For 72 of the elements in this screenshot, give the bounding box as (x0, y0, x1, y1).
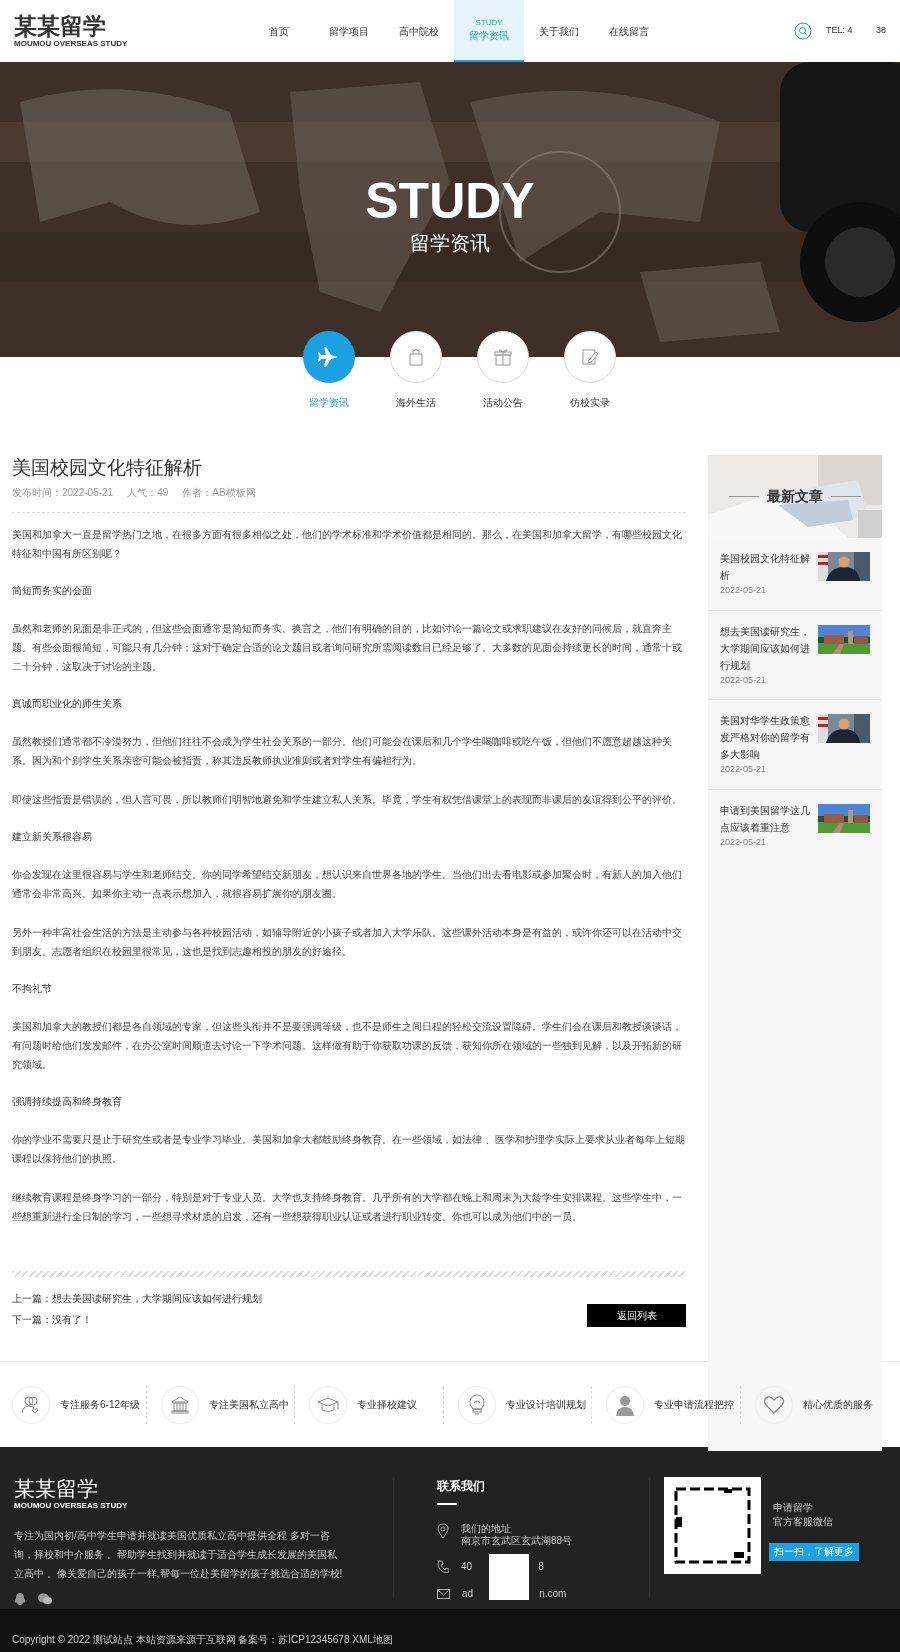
person-icon (615, 1393, 635, 1416)
section-heading: 建立新关系很容易 (12, 830, 93, 844)
nav-link[interactable]: 高中院校 (384, 0, 454, 62)
back-to-list-button[interactable]: 返回列表 (587, 1304, 686, 1327)
heart-icon (762, 1394, 785, 1415)
email-address: n.com (539, 1587, 567, 1601)
address-text: 南京市玄武区玄武湖88号 (461, 1535, 573, 1547)
paragraph: 虽然和老师的见面是非正式的，但这些会面通常是简短而务实。换言之，他们有明确的目的，比如讨论一篇论文或求职建议在友好的问候后，就直奔主题。有些会面很简短，可能只有几分钟；这对于确定合适的论文题目或者询问研究所需阅读数目已经足够了。大多数的见面会持续更长的时间，通常十或二十分钟，这取决于讨论的主题。 (12, 622, 683, 674)
article-meta: 人气：49 (127, 486, 169, 500)
chat-bubbles-icon[interactable] (38, 1593, 52, 1605)
scan-badge: 扫一扫，了解更多 (769, 1543, 859, 1561)
next-article-link[interactable]: 下一篇：没有了！ (12, 1312, 262, 1327)
article-meta: 作者：AB模板网 (182, 486, 256, 500)
feature-label: 专注服务6-12年级 (60, 1398, 140, 1412)
search-icon[interactable] (794, 22, 812, 40)
banner-subtitle: 留学资讯 (410, 230, 490, 256)
feature-label: 专业申请流程把控 (654, 1398, 734, 1412)
phone-number: 38 (876, 24, 886, 38)
feature-label: 专注美国私立高中 (208, 1398, 289, 1412)
address-label: 我们的地址 (461, 1523, 512, 1535)
paragraph: 另外一种丰富社会生活的方法是主动参与各种校园活动，如辅导附近的小孩子或者加入大学乐队。这些课外活动本身是有益的，或许你还可以在活动中交到朋友。志愿者组织在校园里很常见，这也是找到志趣相投的朋友的好途径。 (12, 926, 683, 959)
light-bulb-icon (467, 1393, 486, 1416)
sidebar-article[interactable]: 美国校园文化特征解析 2022-05-21 (708, 538, 882, 610)
phone-icon (437, 1559, 449, 1574)
sidebar-article[interactable]: 想去美国读研究生，大学期间应该如何进行规划 2022-05-21 (708, 609, 882, 699)
mail-icon (437, 1588, 450, 1599)
sidebar-article[interactable]: 申请到美国留学这几点应该着重注意 2022-05-21 (708, 788, 882, 861)
edit-icon (579, 347, 600, 367)
logo-subtitle: MOUMOU OVERSEAS STUDY (14, 39, 128, 49)
section-heading: 简短而务实的会面 (12, 584, 93, 598)
phone-number: TEL: 4 (826, 24, 854, 38)
graduation-cap-icon (317, 1394, 339, 1415)
footer-logo-subtitle: MOUMOU OVERSEAS STUDY (14, 1501, 128, 1511)
previous-article-link[interactable]: 上一篇：想去美国读研究生，大学期间应该如何进行规划 (12, 1291, 262, 1306)
paragraph: 美国和加拿大的教授们都是各自领域的专家，但这些头衔并不是要强调等级，也不是师生之间日程的轻松交流设置障碍。学生们会在课后和教授谈谈话，有问题时给他们发发邮件，在办公室时间顺道去讨论一下学术问题。这样做有助于你获取功课的反馈，获知你所在领域的一些独到见解，以及开拓新的研究领域。 (12, 1020, 683, 1072)
footer-logo-text: 某某留学 (14, 1477, 98, 1501)
qr-caption: 官方客服微信 (773, 1515, 834, 1529)
qr-caption: 申请留学 (773, 1501, 814, 1515)
nav-link[interactable]: 首页 (244, 0, 314, 62)
contact-heading: 联系我们 (437, 1478, 485, 1495)
nav-link[interactable]: 留学项目 (314, 0, 384, 62)
phone-number: 8 (538, 1560, 544, 1574)
banner-title: STUDY (365, 172, 535, 229)
section-heading: 真诚而职业化的师生关系 (12, 697, 123, 711)
gift-icon (492, 347, 513, 367)
section-heading: 不拘礼节 (12, 982, 53, 996)
logo-text: 某某留学 (14, 13, 106, 39)
footer-description: 专注为国内初/高中学生申请并就读美国优质私立高中提供全程 多对一咨询，择校和中介服务 。帮助学生找到并就读于适合学生成长发展的美国私立高中 。像关爱自己的孩子一样,帮每一位赴美留学的孩子挑选合适的学校! (14, 1529, 344, 1581)
paragraph: 你的学业不需要只是止于研究生或者是专业学习毕业。美国和加拿大都鼓励终身教育。在一些领域，如法律 、医学和护理学实际上要求从业者每年上短期课程以保持他们的执照。 (12, 1133, 686, 1166)
copyright-text: Copyright © 2022 测试站点 本站资源来源于互联网 备案号：苏ICP12345678 XML地图 (12, 1632, 393, 1647)
paragraph: 即使这些指责是错误的，但人言可畏，所以教师们明智地避免和学生建立私人关系。毕竟，学生有权凭借课堂上的表现而非课后的友谊得到公平的评价。 (12, 793, 683, 807)
location-pin-icon (437, 1523, 449, 1539)
feature-label: 专业择校建议 (357, 1398, 417, 1412)
building-icon (169, 1394, 190, 1415)
paragraph: 美国和加拿大一直是留学热门之地，在很多方面有很多相似之处，他们的学术标准和学术价值都是相同的。那么，在美国和加拿大留学，有哪些校园文化特征和中国有所区别呢？ (12, 528, 683, 561)
nav-link[interactable]: 关于我们 (524, 0, 594, 62)
paragraph: 虽然教授们通常都不冷漠努力，但他们往往不会成为学生社会关系的一部分。他们可能会在课后和几个学生喝咖啡或吃午饭，但他们不愿意超越这种关系。因为和个别学生关系亲密可能会被指责，称其违反教师执业准则或者对学生有偏袒行为。 (12, 735, 673, 768)
phone-number: 40 (461, 1560, 473, 1574)
paragraph: 你会发现在这里很容易与学生和老师结交。你的同学希望结交新朋友，想认识来自世界各地的学生。当他们出去看电影或参加聚会时，有新人的加入他们通常会非常高兴。如果你主动一点表示想加入，就很容易扩展你的朋友圈。 (12, 868, 683, 901)
email-address: ad (462, 1587, 474, 1601)
people-icon (21, 1394, 41, 1415)
feature-label: 专业设计培训规划 (505, 1398, 586, 1412)
penguin-icon[interactable] (14, 1593, 26, 1606)
redaction-block (489, 1554, 529, 1600)
article-meta: 发布时间：2022-05-21 (12, 486, 114, 500)
article-title: 美国校园文化特征解析 (12, 456, 203, 480)
feature-label: 精心优质的服务 (802, 1398, 873, 1412)
paragraph: 继续教育课程是终身学习的一部分，特别是对于专业人员。大学也支持终身教育。几乎所有的大学都在晚上和周末为大龄学生安排课程。这些学生中，一些想重新进行全日制的学习，一些想寻求材质的启发，还有一些想获得职业认证或者进行职业转变。你也可以成为他们中的一员。 (12, 1191, 683, 1224)
section-heading: 强调持续提高和终身教育 (12, 1095, 123, 1109)
sidebar-article[interactable]: 美国对华学生政策愈发严格对你的留学有多大影响 2022-05-21 (708, 699, 882, 789)
sidebar-title: 最新文章 (767, 487, 823, 506)
nav-link[interactable]: 在线留言 (594, 0, 664, 62)
